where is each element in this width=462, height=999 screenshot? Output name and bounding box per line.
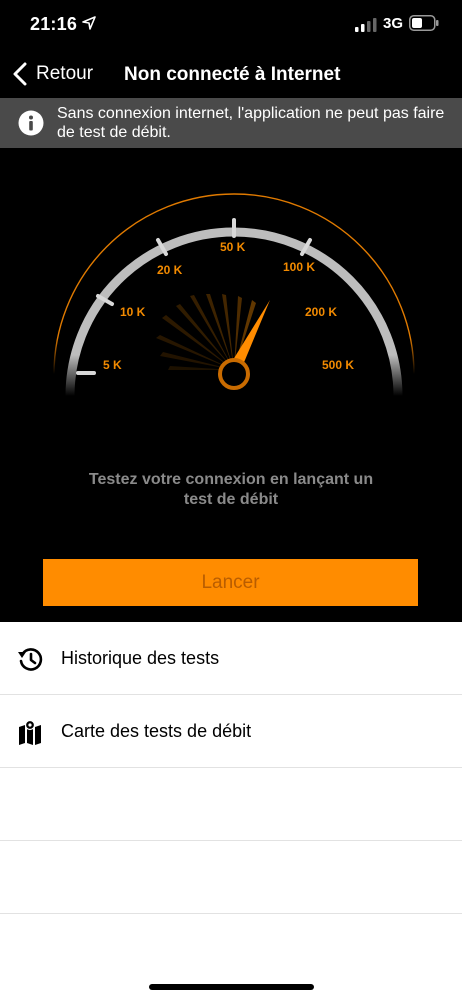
gauge-label-5k: 5 K xyxy=(103,358,122,372)
gauge-label-100k: 100 K xyxy=(283,260,316,274)
menu-item-history[interactable]: Historique des tests xyxy=(0,622,462,695)
speed-gauge: 5 K 10 K 20 K 50 K 100 K 200 K 500 K xyxy=(0,148,462,468)
chevron-left-icon xyxy=(13,62,27,86)
network-type: 3G xyxy=(383,15,404,32)
offline-message: Sans connexion internet, l'application n… xyxy=(57,105,445,141)
navigation-bar: Retour Non connecté à Internet xyxy=(0,50,462,98)
location-arrow-icon xyxy=(82,16,96,30)
cellular-signal-icon xyxy=(355,18,377,32)
back-button[interactable]: Retour xyxy=(12,58,93,90)
info-icon xyxy=(18,110,44,136)
map-icon xyxy=(19,719,41,745)
gauge-label-50k: 50 K xyxy=(220,240,246,254)
gauge-dial xyxy=(53,193,415,397)
menu-list: Historique des tests Carte des tests de … xyxy=(0,622,462,914)
back-label: Retour xyxy=(36,63,94,84)
gauge-label-500k: 500 K xyxy=(322,358,355,372)
battery-icon xyxy=(409,15,439,31)
list-item xyxy=(0,768,462,841)
home-indicator[interactable] xyxy=(149,984,314,990)
speedtest-panel: 21:16 3G Retour Non connecté à Internet xyxy=(0,0,462,622)
gauge-label-200k: 200 K xyxy=(305,305,338,319)
launch-button[interactable]: Lancer xyxy=(43,559,418,606)
status-bar: 21:16 3G xyxy=(0,0,462,50)
menu-label: Historique des tests xyxy=(61,648,220,668)
page-title: Non connecté à Internet xyxy=(124,64,341,85)
menu-item-map[interactable]: Carte des tests de débit xyxy=(0,695,462,768)
status-time: 21:16 xyxy=(30,14,78,34)
gauge-label-20k: 20 K xyxy=(157,263,183,277)
list-item xyxy=(0,841,462,914)
gauge-label-10k: 10 K xyxy=(120,305,146,319)
offline-banner: Sans connexion internet, l'application n… xyxy=(0,98,462,148)
test-prompt: Testez votre connexion en lançant un tes… xyxy=(88,471,374,508)
history-icon xyxy=(18,648,43,671)
menu-label: Carte des tests de débit xyxy=(61,721,252,741)
